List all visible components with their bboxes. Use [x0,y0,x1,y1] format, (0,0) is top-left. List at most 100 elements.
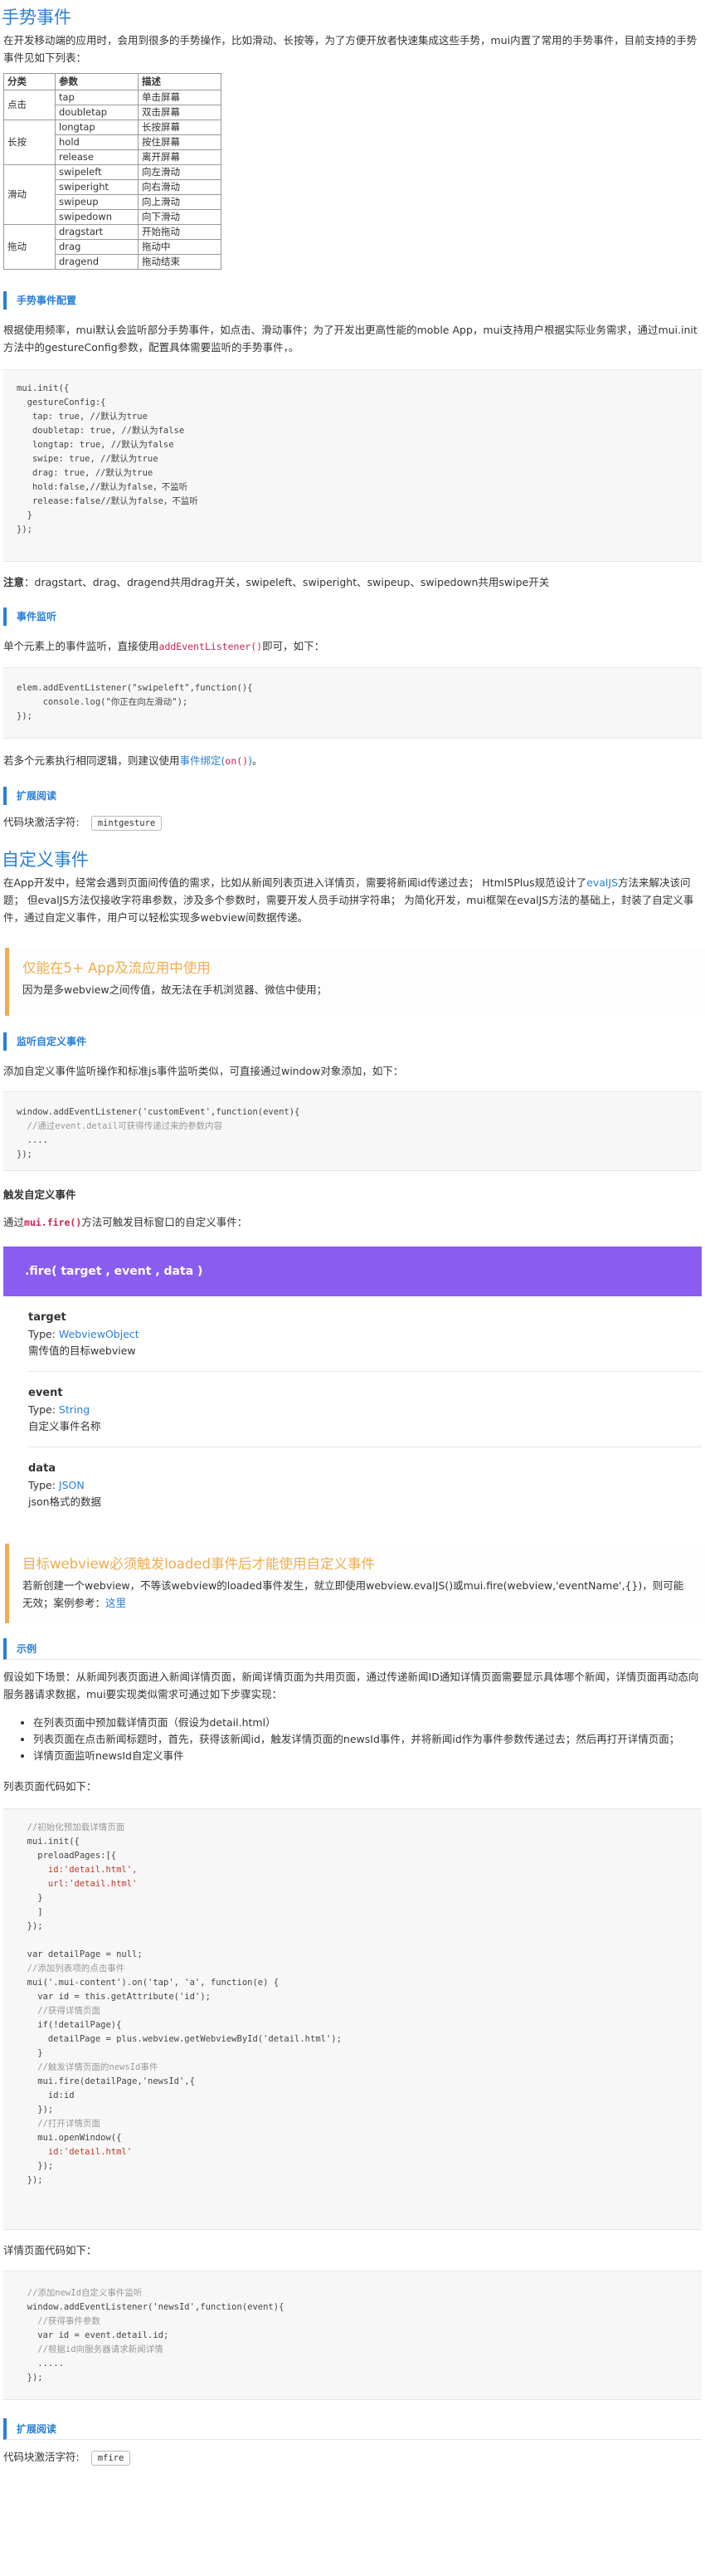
table-cell-desc: 单击屏幕 [138,90,221,105]
list-item: 列表页面在点击新闻标题时，首先，获得该新闻id，触发详情页面的newsId事件，… [33,1731,705,1748]
table-header-row: 分类 参数 描述 [3,73,221,90]
listen-custom-code-block: window.addEventListener('customEvent',fu… [3,1091,702,1171]
doc-root: 手势事件 在开发移动端的应用时，会用到很多的手势操作，比如滑动、长按等，为了方便… [0,0,705,2476]
table-header-param: 参数 [55,73,139,90]
table-cell-desc: 按住屏幕 [138,134,221,150]
steps-list: 在列表页面中预加载详情页面（假设为detail.html） 列表页面在点击新闻标… [33,1715,705,1764]
param-type: Type: WebviewObject [28,1328,139,1340]
table-cell-category: 滑动 [3,164,56,225]
table-cell-param: release [55,149,139,165]
snippet-trigger: mintgesture [90,816,163,831]
listen-code-block: elem.addEventListener("swipeleft",functi… [3,667,702,739]
detail-page-code-block: //添加newId自定义事件监听 window.addEventListener… [3,2271,702,2400]
table-cell-category: 拖动 [3,224,56,270]
custom-ext-heading: 扩展阅读 [3,2418,702,2440]
table-row: 拖动 dragstart 开始拖动 [3,224,221,270]
table-cell-param: swipedown [55,209,139,225]
param-desc: json格式的数据 [28,1495,102,1508]
param-name: target [28,1311,66,1324]
trigger-text: 通过mui.fire()方法可触发目标窗口的自定义事件： [3,1216,248,1228]
config-heading: 手势事件配置 [3,291,705,310]
snippet-trigger: mfire [90,2451,131,2466]
table-cell-desc: 长按屏幕 [138,120,221,135]
table-row: 滑动 swipeleft 向左滑动 [3,164,221,225]
table-cell-param: doubletap [55,105,139,120]
listen-custom-text: 添加自定义事件监听操作和标准js事件监听类似，可直接通过window对象添加，如… [3,1065,404,1077]
table-cell-param: swiperight [55,179,139,195]
list-item: 在列表页面中预加载详情页面（假设为detail.html） [33,1715,705,1731]
table-cell-param: longtap [55,120,139,135]
table-cell-param: dragstart [55,224,139,240]
api-signature: .fire( target , event , data ) [3,1247,702,1296]
table-cell-desc: 向右滑动 [138,179,221,195]
api-param: event Type: String 自定义事件名称 [28,1372,702,1447]
example-link[interactable]: 这里 [105,1597,126,1609]
custom-ext-row: 代码块激活字符: mfire [0,2448,705,2466]
note-body: 若新创建一个webview，不等该webview的loaded事件发生，就立即使… [22,1579,684,1609]
note-text: ：dragstart、drag、dragend共用drag开关，swipelef… [24,576,550,588]
table-cell-desc: 向左滑动 [138,164,221,180]
table-cell-desc: 开始拖动 [138,224,221,240]
detail-page-label: 详情页面代码如下： [3,2244,97,2256]
note-title: 目标webview必须触发loaded事件后才能使用自定义事件 [22,1556,376,1572]
param-type: Type: JSON [28,1479,85,1491]
param-type: Type: String [28,1403,90,1416]
listen-heading: 事件监听 [3,607,705,626]
list-item: 详情页面监听newsId自定义事件 [33,1748,705,1764]
param-desc: 需传值的目标webview [28,1344,136,1357]
table-cell-desc: 拖动结束 [138,254,221,270]
type-link[interactable]: JSON [59,1479,85,1491]
table-row: 点击 tap 单击屏幕 [3,90,221,120]
listen-text: 单个元素上的事件监听，直接使用addEventListener()即可，如下： [3,640,325,652]
table-cell-desc: 向下滑动 [138,209,221,225]
table-row: 长按 longtap 长按屏幕 [3,120,221,165]
table-cell-param: swipeleft [55,164,139,180]
note-label: 注意 [3,576,25,588]
table-cell-desc: 离开屏幕 [138,149,221,165]
table-cell-param: tap [55,90,139,105]
config-code-block: mui.init({ gestureConfig:{ tap: true, //… [3,369,702,562]
api-param: target Type: WebviewObject 需传值的目标webview [28,1296,702,1372]
config-text: 根据使用频率，mui默认会监听部分手势事件，如点击、滑动事件；为了开发出更高性能… [3,324,698,354]
inline-code: mui.fire() [24,1217,82,1228]
table-cell-category: 点击 [3,90,56,120]
list-page-label: 列表页面代码如下： [3,1780,97,1793]
table-header-category: 分类 [3,73,56,90]
table-cell-desc: 向上滑动 [138,194,221,210]
table-cell-param: swipeup [55,194,139,210]
note-body: 因为是多webview之间传值，故无法在手机浏览器、微信中使用； [22,983,328,996]
table-cell-param: hold [55,134,139,150]
table-cell-param: dragend [55,254,139,270]
gesture-table: 分类 参数 描述 点击 tap 单击屏幕 doubletap 双击屏幕 长按 l… [3,73,221,270]
table-cell-category: 长按 [3,120,56,165]
param-name: data [28,1462,56,1475]
type-link[interactable]: WebviewObject [59,1328,139,1340]
table-header-desc: 描述 [138,73,221,90]
list-page-code-block: //初始化预加载详情页面 mui.init({ preloadPages:[{ … [3,1808,702,2230]
drag-note: 注意：dragstart、drag、dragend共用drag开关，swipel… [0,573,705,591]
custom-title: 自定义事件 [2,850,89,870]
evaljs-link[interactable]: evalJS [586,876,618,889]
trigger-heading: 触发自定义事件 [3,1188,76,1201]
param-name: event [28,1387,63,1399]
note-title: 仅能在5+ App及流应用中使用 [22,960,211,976]
table-cell-desc: 双击屏幕 [138,105,221,120]
gesture-title: 手势事件 [2,7,71,27]
example-text: 假设如下场景：从新闻列表页面进入新闻详情页面，新闻详情页面为共用页面，通过传递新… [3,1671,699,1700]
multi-text: 若多个元素执行相同逻辑，则建议使用事件绑定(on())。 [3,754,263,767]
note-loaded: 目标webview必须触发loaded事件后才能使用自定义事件 若新创建一个we… [5,1544,705,1623]
table-cell-desc: 拖动中 [138,239,221,255]
type-link[interactable]: String [59,1403,90,1416]
example-heading: 示例 [3,1638,702,1660]
note-5plus-only: 仅能在5+ App及流应用中使用 因为是多webview之间传值，故无法在手机浏… [5,948,705,1016]
gesture-intro: 在开发移动端的应用时，会用到很多的手势操作，比如滑动、长按等，为了方便开放者快速… [3,34,698,64]
ext-heading: 扩展阅读 [3,787,705,805]
custom-intro: 在App开发中，经常会遇到页面间传值的需求，比如从新闻列表页进入详情页，需要将新… [3,876,694,924]
listen-custom-heading: 监听自定义事件 [3,1032,705,1051]
inline-code: addEventListener() [158,641,263,652]
fire-api-box: .fire( target , event , data ) target Ty… [3,1247,702,1522]
event-binding-link[interactable]: 事件绑定(on()) [180,754,253,767]
api-param: data Type: JSON json格式的数据 [28,1447,702,1522]
ext-row: 代码块激活字符: mintgesture [0,813,705,831]
param-desc: 自定义事件名称 [28,1420,101,1432]
